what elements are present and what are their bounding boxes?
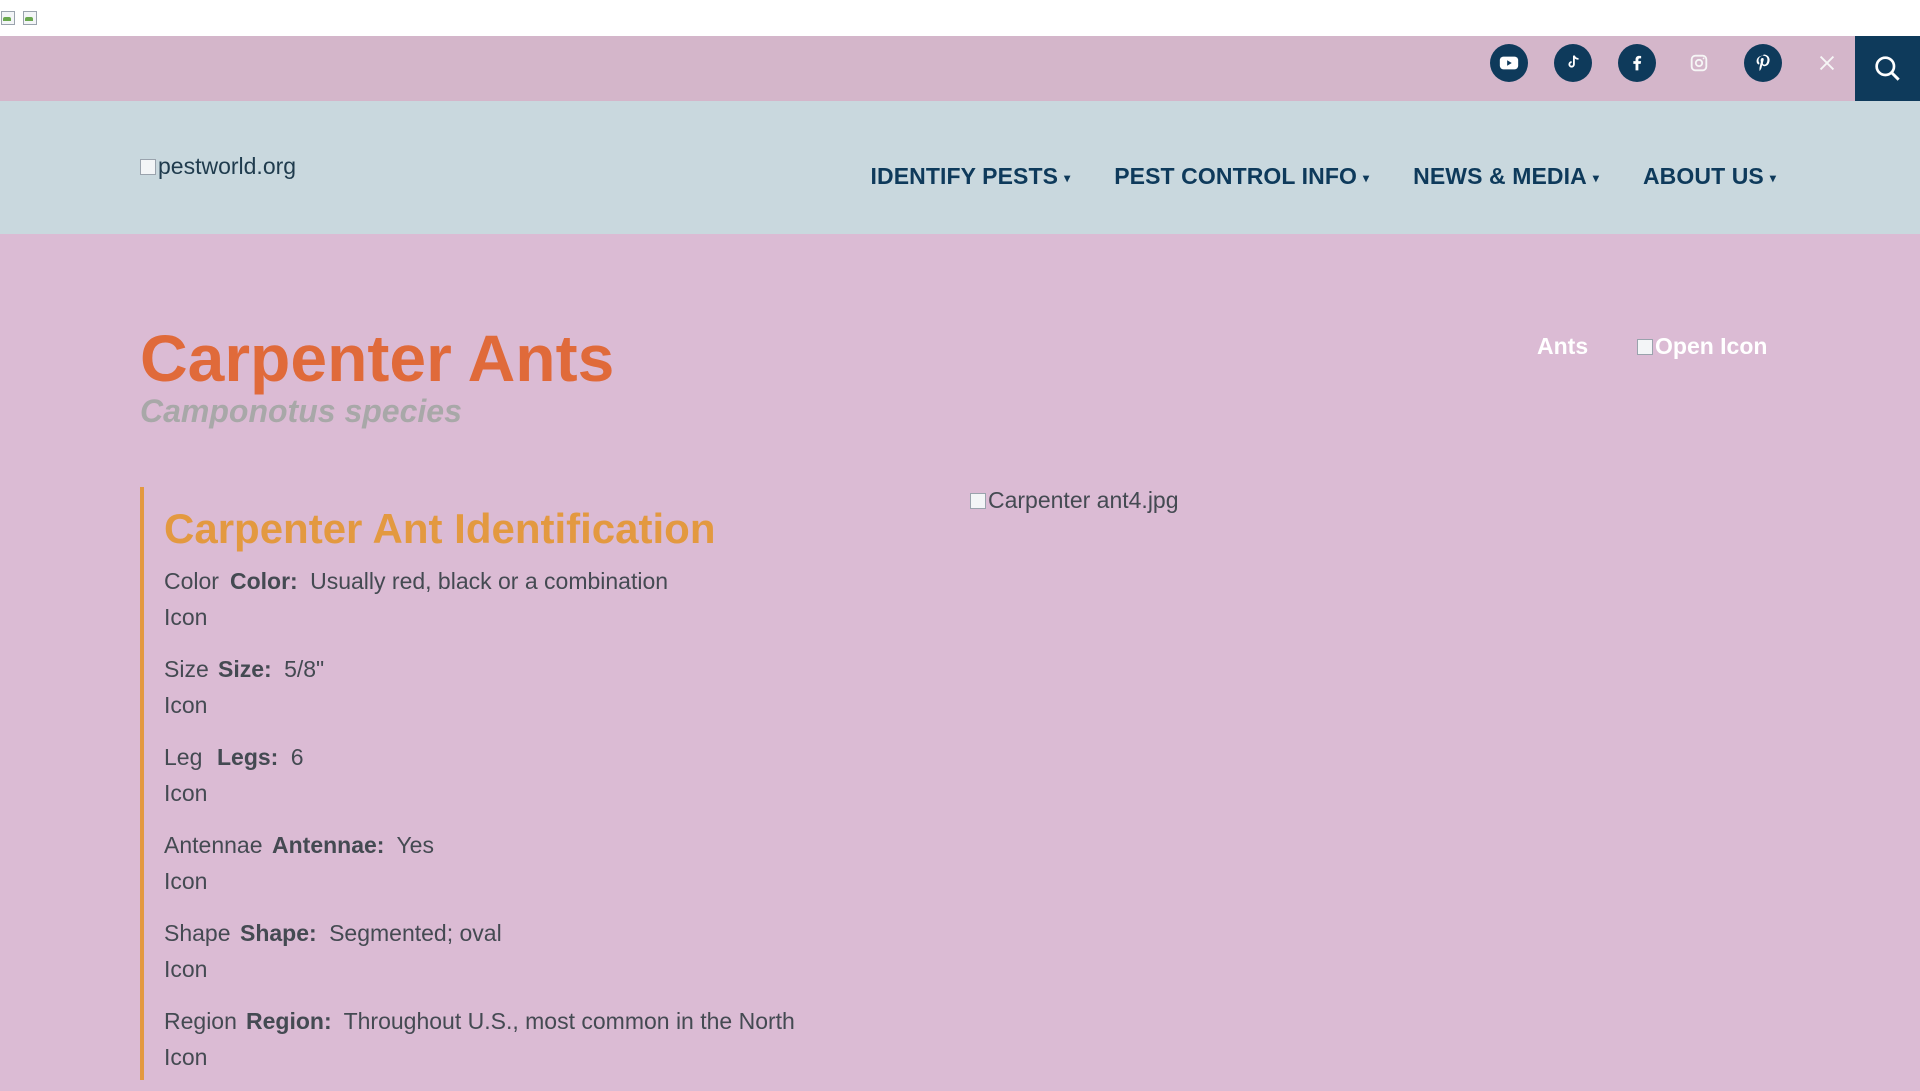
nav-pest-control-info[interactable]: PEST CONTROL INFO ▾ bbox=[1114, 163, 1369, 190]
broken-image-icon bbox=[22, 10, 38, 26]
broken-image-icon bbox=[1637, 338, 1653, 355]
trait-region: Region Icon Region: Throughout U.S., mos… bbox=[164, 1003, 924, 1091]
page-subtitle: Camponotus species bbox=[140, 393, 462, 429]
site-logo[interactable]: pestworld.org bbox=[140, 153, 296, 180]
carpenter-ant-image: Carpenter ant4.jpg bbox=[970, 487, 1179, 514]
main-nav: IDENTIFY PESTS ▾ PEST CONTROL INFO ▾ NEW… bbox=[871, 163, 1777, 190]
trait-color: Color Icon Color: Usually red, black or … bbox=[164, 563, 924, 651]
tiktok-icon[interactable] bbox=[1554, 44, 1592, 82]
social-bar bbox=[0, 36, 1920, 101]
nav-news-media[interactable]: NEWS & MEDIA ▾ bbox=[1413, 163, 1599, 190]
shape-icon: Shape Icon bbox=[164, 920, 231, 982]
site-header: pestworld.org IDENTIFY PESTS ▾ PEST CONT… bbox=[0, 101, 1920, 234]
trait-antennae: Antennae Icon Antennae: Yes bbox=[164, 827, 924, 915]
trait-label: Antennae: bbox=[272, 832, 385, 858]
search-button[interactable] bbox=[1855, 36, 1920, 101]
nav-label: NEWS & MEDIA bbox=[1413, 163, 1587, 189]
trait-label: Region: bbox=[246, 1008, 332, 1034]
breadcrumb-ants-link[interactable]: Ants bbox=[1537, 333, 1588, 360]
trait-value: Yes bbox=[396, 832, 434, 858]
trait-text: Legs: 6 bbox=[217, 739, 304, 775]
caret-down-icon: ▾ bbox=[1592, 170, 1599, 185]
pinterest-icon[interactable] bbox=[1744, 44, 1782, 82]
youtube-icon[interactable] bbox=[1490, 44, 1528, 82]
trait-value: 6 bbox=[290, 744, 304, 770]
caret-down-icon: ▾ bbox=[1064, 170, 1071, 185]
broken-image-icon bbox=[140, 158, 156, 175]
nav-identify-pests[interactable]: IDENTIFY PESTS ▾ bbox=[871, 163, 1071, 190]
nav-label: IDENTIFY PESTS bbox=[870, 163, 1059, 189]
trait-text: Size: 5/8" bbox=[218, 651, 324, 687]
page-title: Carpenter Ants bbox=[140, 321, 615, 395]
logo-alt-text: pestworld.org bbox=[158, 153, 297, 179]
trait-legs: Leg Icon Legs: 6 bbox=[164, 739, 924, 827]
trait-value: 5/8" bbox=[284, 656, 325, 682]
trait-value: Segmented; oval bbox=[329, 920, 502, 946]
open-menu-button[interactable]: Open Icon bbox=[1637, 333, 1767, 360]
trait-value: Usually red, black or a combination bbox=[310, 568, 669, 594]
search-icon bbox=[1874, 55, 1900, 81]
nav-label: PEST CONTROL INFO bbox=[1114, 163, 1357, 189]
image-alt-text: Carpenter ant4.jpg bbox=[988, 487, 1179, 513]
broken-image-icon bbox=[0, 10, 16, 26]
trait-text: Shape: Segmented; oval bbox=[240, 915, 502, 951]
trait-text: Color: Usually red, black or a combinati… bbox=[230, 563, 668, 599]
top-strip bbox=[0, 0, 1920, 36]
open-icon-alt-text: Open Icon bbox=[1655, 333, 1768, 359]
instagram-icon[interactable] bbox=[1680, 44, 1718, 82]
identification-panel: Carpenter Ant Identification Color Icon … bbox=[140, 487, 940, 1080]
trait-text: Antennae: Yes bbox=[272, 827, 434, 863]
nav-about-us[interactable]: ABOUT US ▾ bbox=[1643, 163, 1776, 190]
caret-down-icon: ▾ bbox=[1769, 170, 1776, 185]
trait-text: Region: Throughout U.S., most common in … bbox=[246, 1003, 795, 1039]
broken-image-icon bbox=[970, 492, 986, 509]
trait-size: Size Icon Size: 5/8" bbox=[164, 651, 924, 739]
x-icon[interactable] bbox=[1808, 44, 1846, 82]
trait-label: Color: bbox=[230, 568, 298, 594]
color-icon: Color Icon bbox=[164, 568, 219, 630]
identification-heading: Carpenter Ant Identification bbox=[164, 505, 716, 552]
trait-shape: Shape Icon Shape: Segmented; oval bbox=[164, 915, 924, 1003]
trait-label: Size: bbox=[218, 656, 272, 682]
trait-label: Shape: bbox=[240, 920, 317, 946]
nav-label: ABOUT US bbox=[1642, 163, 1764, 189]
antennae-icon: Antennae Icon bbox=[164, 832, 263, 894]
trait-value: Throughout U.S., most common in the Nort… bbox=[343, 1008, 795, 1034]
region-icon: Region Icon bbox=[164, 1008, 237, 1070]
trait-label: Legs: bbox=[217, 744, 279, 770]
facebook-icon[interactable] bbox=[1618, 44, 1656, 82]
caret-down-icon: ▾ bbox=[1363, 170, 1370, 185]
